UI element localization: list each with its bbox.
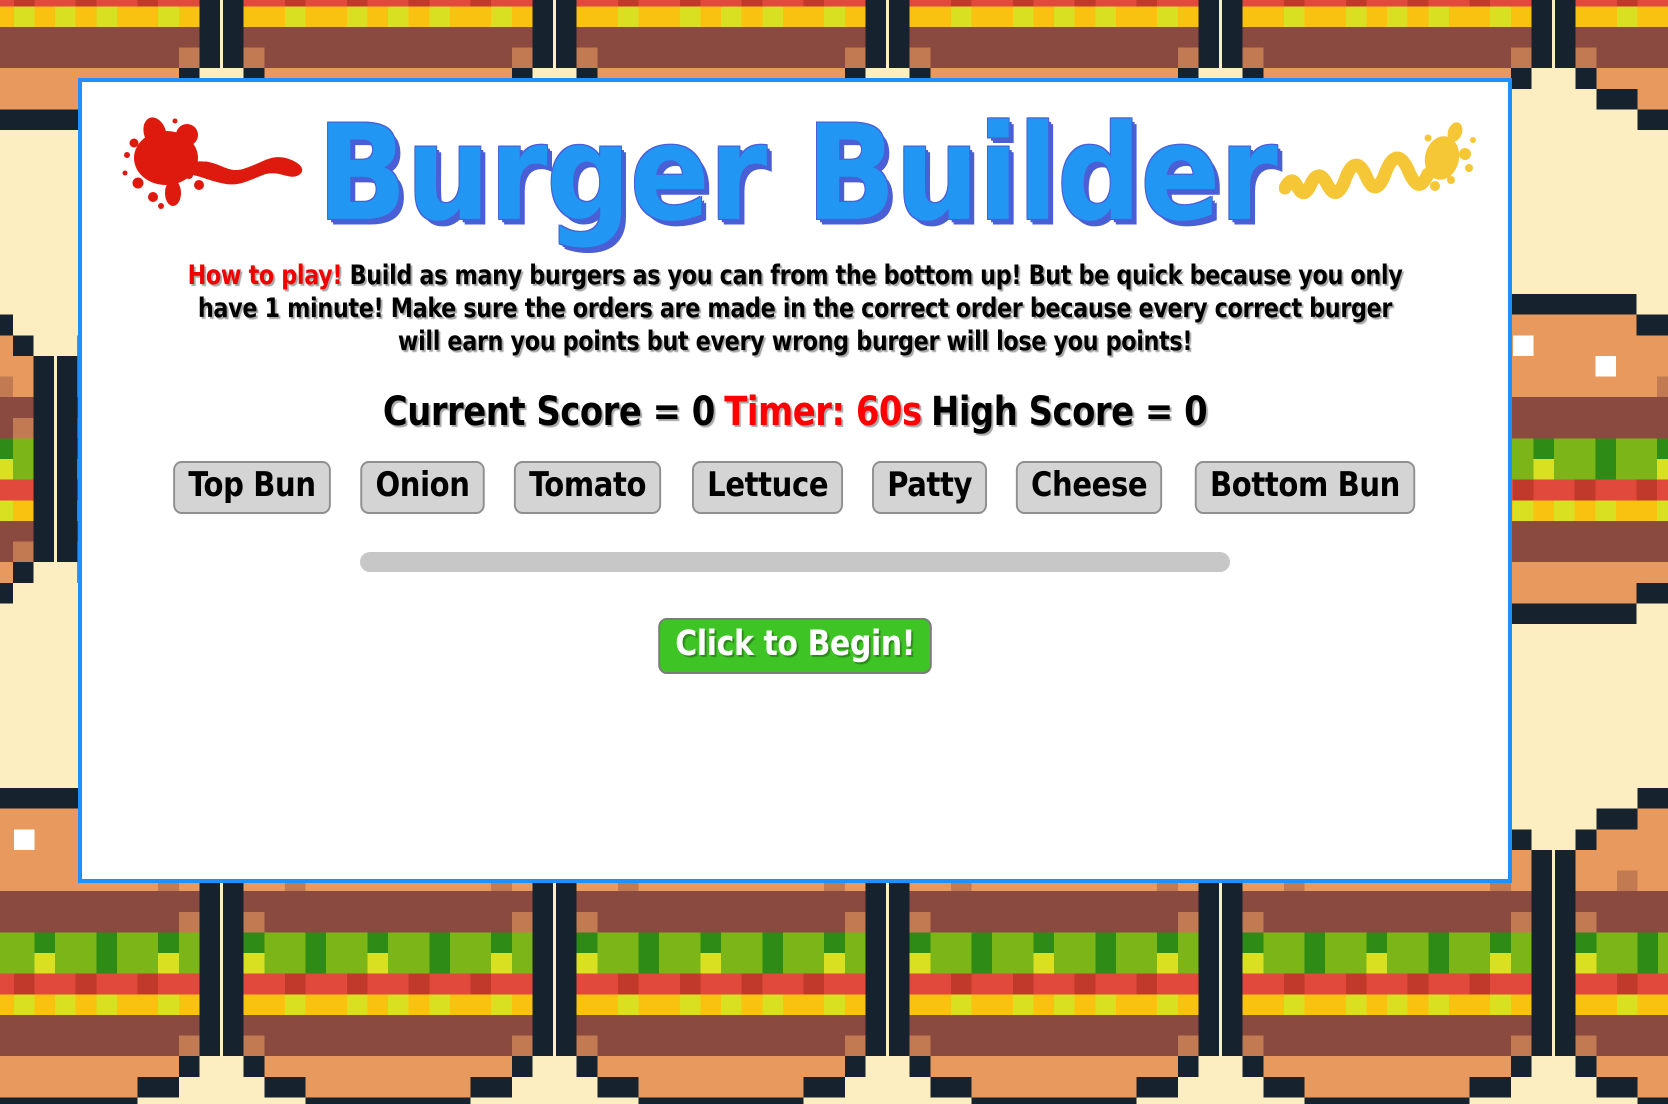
ketchup-splat-icon	[111, 113, 311, 218]
ingredient-button-top-bun[interactable]: Top Bun	[173, 460, 332, 514]
ingredient-button-patty[interactable]: Patty	[871, 460, 988, 514]
ingredient-button-row: Top Bun Onion Tomato Lettuce Patty Cheese Bott…	[82, 460, 1508, 514]
mustard-splat-icon	[1278, 116, 1479, 221]
high-score-value: 0	[1184, 388, 1208, 435]
instructions-body: Build as many burgers as you can from th…	[197, 260, 1403, 357]
instructions-text: How to play! Build as many burgers as yo…	[174, 260, 1416, 359]
current-score-value: 0	[691, 388, 716, 435]
game-card: Burger Builder How to play! Build as man…	[78, 78, 1512, 883]
title-row: Burger Builder	[82, 88, 1508, 258]
timer-value: 60s	[855, 388, 922, 435]
high-score-label: High Score =	[931, 388, 1185, 435]
timer-display: Timer: 60s	[724, 388, 922, 435]
ingredient-button-onion[interactable]: Onion	[360, 460, 486, 514]
begin-button-wrap: Click to Begin!	[82, 617, 1508, 675]
timer-label: Timer:	[724, 388, 856, 435]
pixel-burger-icon	[1555, 0, 1668, 130]
ingredient-button-tomato[interactable]: Tomato	[514, 460, 662, 514]
howto-label: How to play!	[187, 260, 343, 291]
ingredient-button-cheese[interactable]: Cheese	[1016, 460, 1163, 514]
ingredient-button-lettuce[interactable]: Lettuce	[691, 460, 843, 514]
progress-bar-track[interactable]	[360, 551, 1230, 572]
status-row: Current Score = 0 Timer: 60s High Score = …	[125, 389, 1465, 435]
ingredient-button-bottom-bun[interactable]: Bottom Bun	[1194, 460, 1415, 514]
pixel-burger-icon	[1555, 788, 1668, 1104]
click-to-begin-button[interactable]: Click to Begin!	[658, 617, 932, 675]
page-title: Burger Builder	[317, 95, 1277, 251]
current-score-label: Current Score =	[382, 388, 692, 435]
pixel-burger-icon	[0, 294, 54, 624]
